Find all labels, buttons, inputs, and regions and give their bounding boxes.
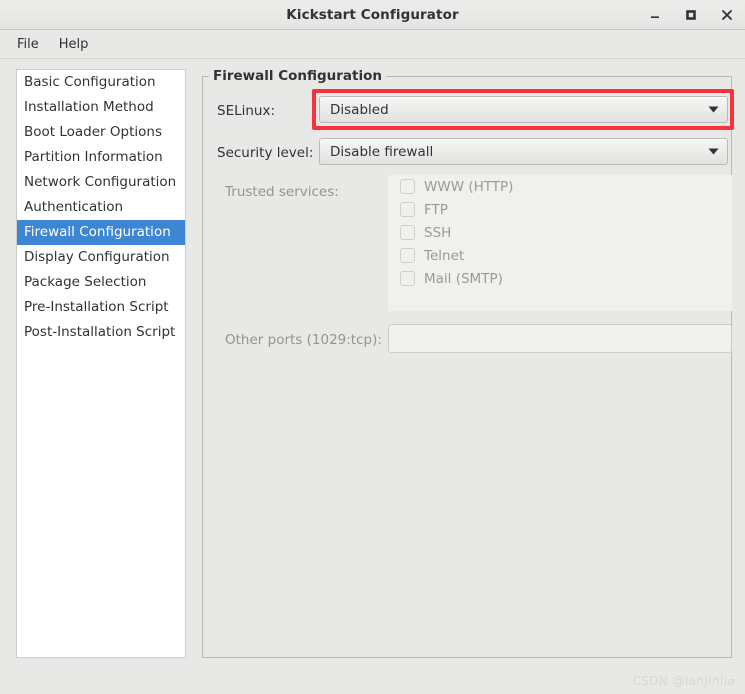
sidebar-item-network-configuration[interactable]: Network Configuration xyxy=(17,170,185,195)
sidebar-item-display-configuration[interactable]: Display Configuration xyxy=(17,245,185,270)
sidebar-item-boot-loader-options[interactable]: Boot Loader Options xyxy=(17,120,185,145)
sidebar-item-installation-method[interactable]: Installation Method xyxy=(17,95,185,120)
checkbox-ssh[interactable] xyxy=(400,225,415,240)
minimize-icon[interactable] xyxy=(645,5,665,25)
window-body: Basic Configuration Installation Method … xyxy=(0,59,745,694)
menu-bar: File Help xyxy=(0,30,745,59)
other-ports-label: Other ports (1029:tcp): xyxy=(225,332,382,348)
sidebar-item-authentication[interactable]: Authentication xyxy=(17,195,185,220)
security-level-value: Disable firewall xyxy=(330,143,434,160)
sidebar-item-pre-installation-script[interactable]: Pre-Installation Script xyxy=(17,295,185,320)
security-level-label: Security level: xyxy=(217,145,314,161)
close-icon[interactable] xyxy=(717,5,737,25)
chevron-down-icon xyxy=(707,104,719,116)
window-controls xyxy=(645,0,737,30)
trusted-service-row-mail[interactable]: Mail (SMTP) xyxy=(388,267,732,290)
trusted-service-label: Telnet xyxy=(424,247,465,264)
application-window: Kickstart Configurator File Help Basic C… xyxy=(0,0,745,694)
firewall-configuration-group: Firewall Configuration SELinux: Disabled… xyxy=(202,68,734,658)
trusted-service-label: SSH xyxy=(424,224,452,241)
trusted-services-label: Trusted services: xyxy=(225,184,339,200)
sidebar-item-partition-information[interactable]: Partition Information xyxy=(17,145,185,170)
trusted-service-row-ftp[interactable]: FTP xyxy=(388,198,732,221)
maximize-icon[interactable] xyxy=(681,5,701,25)
checkbox-www-http[interactable] xyxy=(400,179,415,194)
watermark: CSDN @lanjinli⌀ xyxy=(632,674,735,688)
checkbox-ftp[interactable] xyxy=(400,202,415,217)
security-level-dropdown[interactable]: Disable firewall xyxy=(319,138,728,165)
trusted-service-row-ssh[interactable]: SSH xyxy=(388,221,732,244)
selinux-value: Disabled xyxy=(330,101,389,118)
section-list[interactable]: Basic Configuration Installation Method … xyxy=(16,69,186,658)
checkbox-telnet[interactable] xyxy=(400,248,415,263)
trusted-service-row-telnet[interactable]: Telnet xyxy=(388,244,732,267)
trusted-service-label: Mail (SMTP) xyxy=(424,270,503,287)
menu-item-help[interactable]: Help xyxy=(49,34,99,55)
title-bar: Kickstart Configurator xyxy=(0,0,745,30)
chevron-down-icon xyxy=(707,146,719,158)
trusted-service-row-www[interactable]: WWW (HTTP) xyxy=(388,175,732,198)
sidebar-item-post-installation-script[interactable]: Post-Installation Script xyxy=(17,320,185,345)
trusted-services-list[interactable]: WWW (HTTP) FTP SSH Telnet Mail (SMTP) xyxy=(388,175,732,311)
sidebar-item-package-selection[interactable]: Package Selection xyxy=(17,270,185,295)
selinux-dropdown[interactable]: Disabled xyxy=(319,96,728,123)
trusted-service-label: WWW (HTTP) xyxy=(424,178,514,195)
menu-item-file[interactable]: File xyxy=(7,34,49,55)
group-content: SELinux: Disabled Security level: Disabl… xyxy=(203,77,734,657)
trusted-service-label: FTP xyxy=(424,201,448,218)
window-title: Kickstart Configurator xyxy=(286,6,459,23)
other-ports-input[interactable] xyxy=(388,324,732,353)
selinux-label: SELinux: xyxy=(217,103,276,119)
checkbox-mail-smtp[interactable] xyxy=(400,271,415,286)
sidebar-item-firewall-configuration[interactable]: Firewall Configuration xyxy=(17,220,185,245)
sidebar-item-basic-configuration[interactable]: Basic Configuration xyxy=(17,70,185,95)
